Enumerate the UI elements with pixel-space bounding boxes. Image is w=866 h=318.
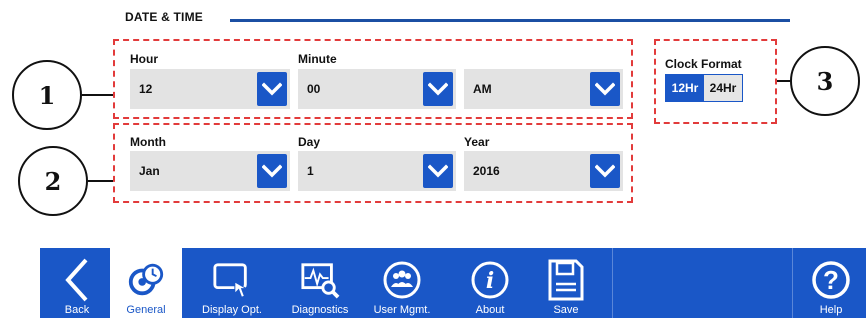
hour-dropdown[interactable]: 12 [130,69,290,109]
minute-dropdown[interactable]: 00 [298,69,456,109]
users-group-icon [382,260,422,300]
nav-help-button[interactable]: ? Help [806,248,856,318]
chevron-down-icon[interactable] [423,72,453,106]
chevron-down-icon[interactable] [590,154,620,188]
minute-value: 00 [307,82,321,96]
diagnostics-icon [300,260,340,300]
callout-2-leader [88,180,113,182]
nav-display-tab[interactable]: Display Opt. [194,248,270,318]
chevron-down-icon[interactable] [590,72,620,106]
year-value: 2016 [473,164,500,178]
year-label: Year [464,135,490,149]
ampm-dropdown[interactable]: AM [464,69,623,109]
section-title: DATE & TIME [125,10,203,24]
section-divider [230,19,790,22]
general-clock-gear-icon [126,260,166,300]
year-dropdown[interactable]: 2016 [464,151,623,191]
nav-save-button[interactable]: Save [528,248,604,318]
clock-format-toggle[interactable]: 12Hr 24Hr [665,74,743,102]
clock-format-12hr[interactable]: 12Hr [666,75,704,101]
nav-divider [792,248,793,318]
nav-back-button[interactable]: Back [52,248,102,318]
nav-about-label: About [475,304,505,316]
nav-display-label: Display Opt. [202,304,262,316]
month-dropdown[interactable]: Jan [130,151,290,191]
clock-format-24hr[interactable]: 24Hr [704,75,742,101]
chevron-down-icon[interactable] [257,72,287,106]
svg-text:i: i [486,268,494,294]
day-label: Day [298,135,321,149]
display-touch-icon [212,260,252,300]
day-value: 1 [307,164,314,178]
callout-3-leader [777,80,790,82]
month-value: Jan [139,164,160,178]
nav-general-tab[interactable]: General [110,248,182,318]
hour-value: 12 [139,82,153,96]
minute-label: Minute [298,52,337,66]
nav-users-tab[interactable]: User Mgmt. [364,248,440,318]
nav-diagnostics-label: Diagnostics [291,304,349,316]
nav-save-label: Save [553,304,579,316]
svg-text:?: ? [823,265,839,295]
info-icon: i [470,260,510,300]
nav-diagnostics-tab[interactable]: Diagnostics [282,248,358,318]
nav-users-label: User Mgmt. [373,304,431,316]
nav-general-label: General [126,304,166,316]
help-question-icon: ? [811,260,851,300]
callout-2: 2 [18,146,88,216]
ampm-value: AM [473,82,492,96]
chevron-down-icon[interactable] [423,154,453,188]
hour-label: Hour [130,52,158,66]
callout-1-leader [82,94,113,96]
save-floppy-icon [546,259,586,301]
clock-format-label: Clock Format [665,57,742,71]
chevron-down-icon[interactable] [257,154,287,188]
day-dropdown[interactable]: 1 [298,151,456,191]
callout-3: 3 [790,46,860,116]
nav-back-label: Back [64,304,90,316]
nav-divider [612,248,613,318]
month-label: Month [130,135,166,149]
nav-help-label: Help [819,304,843,316]
callout-1: 1 [12,60,82,130]
nav-about-tab[interactable]: i About [452,248,528,318]
back-arrow-icon [57,258,97,302]
